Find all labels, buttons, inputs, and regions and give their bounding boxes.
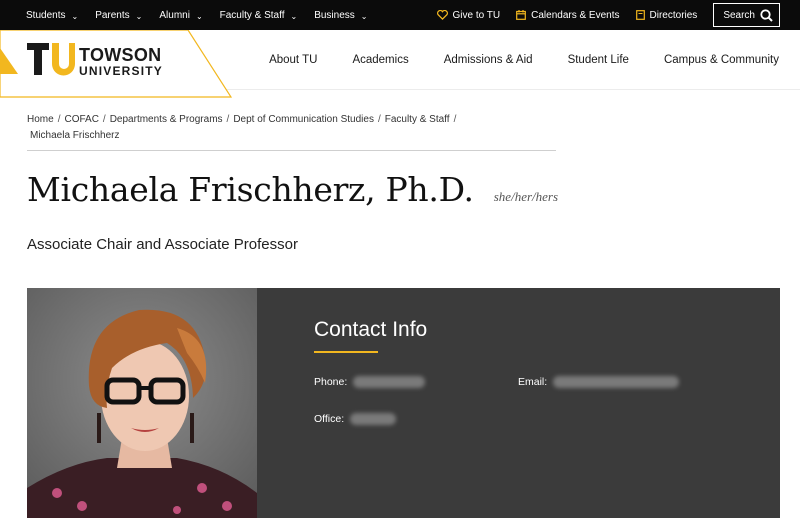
contact-heading: Contact Info xyxy=(314,318,428,341)
office-label: Office: xyxy=(314,413,345,425)
logo-wordmark: TOWSON UNIVERSITY xyxy=(79,46,163,77)
profile-photo xyxy=(27,288,257,518)
chevron-down-icon: ⌄ xyxy=(135,11,143,21)
breadcrumb-faculty-staff[interactable]: Faculty & Staff xyxy=(385,114,450,125)
nav-academics[interactable]: Academics xyxy=(352,54,408,66)
breadcrumb: Home / COFAC / Departments & Programs / Dept o… xyxy=(27,112,556,151)
profile-card: Contact Info Phone: Email: Office: xyxy=(27,288,780,518)
breadcrumb-cofac[interactable]: COFAC xyxy=(64,114,98,125)
nav-about[interactable]: About TU xyxy=(269,54,317,66)
heart-icon xyxy=(436,10,448,20)
chevron-down-icon: ⌄ xyxy=(290,11,298,21)
breadcrumb-home[interactable]: Home xyxy=(27,114,54,125)
audience-alumni[interactable]: Alumni ⌄ xyxy=(159,10,202,21)
office-field: Office: xyxy=(314,413,397,425)
nav-student-life[interactable]: Student Life xyxy=(568,54,629,66)
primary-nav: About TU Academics Admissions & Aid Stud… xyxy=(234,30,779,90)
logo-line-2: UNIVERSITY xyxy=(79,64,164,78)
email-label: Email: xyxy=(518,376,548,388)
search-button[interactable]: Search xyxy=(713,3,780,27)
directories-label: Directories xyxy=(649,9,698,21)
university-logo[interactable]: TOWSON UNIVERSITY xyxy=(0,30,232,98)
breadcrumb-departments[interactable]: Departments & Programs xyxy=(110,114,223,125)
heading-accent-rule xyxy=(314,351,378,353)
logo-line-1: TOWSON xyxy=(79,45,162,65)
phone-label: Phone: xyxy=(314,376,348,388)
breadcrumb-separator: / xyxy=(377,114,381,125)
audience-faculty-staff[interactable]: Faculty & Staff ⌄ xyxy=(220,10,298,21)
phone-value-redacted xyxy=(353,376,426,388)
give-label: Give to TU xyxy=(452,9,501,21)
chevron-down-icon: ⌄ xyxy=(195,11,203,21)
email-value-redacted[interactable] xyxy=(553,376,680,388)
office-value-redacted xyxy=(350,413,397,425)
breadcrumb-separator: / xyxy=(453,114,457,125)
job-title: Associate Chair and Associate Professor xyxy=(27,236,298,253)
contact-info: Contact Info xyxy=(314,318,427,353)
email-field: Email: xyxy=(518,376,680,388)
give-link[interactable]: Give to TU xyxy=(436,9,501,21)
audience-alumni-label: Alumni xyxy=(159,9,190,21)
audience-parents[interactable]: Parents ⌄ xyxy=(95,10,142,21)
breadcrumb-comm-studies[interactable]: Dept of Communication Studies xyxy=(233,114,374,125)
audience-business-label: Business xyxy=(314,9,355,21)
search-icon xyxy=(760,8,773,22)
nav-campus-community[interactable]: Campus & Community xyxy=(664,54,779,66)
phone-field: Phone: xyxy=(314,376,426,388)
audience-business[interactable]: Business ⌄ xyxy=(314,10,367,21)
breadcrumb-separator: / xyxy=(57,114,61,125)
calendars-label: Calendars & Events xyxy=(531,9,620,21)
calendars-link[interactable]: Calendars & Events xyxy=(516,9,620,21)
audience-parents-label: Parents xyxy=(95,9,130,21)
utility-links: Give to TU Calendars & Events Directorie… xyxy=(421,0,780,30)
main-navigation: TOWSON UNIVERSITY About TU Academics Adm… xyxy=(0,30,800,98)
audience-students-label: Students xyxy=(26,9,66,21)
page-title: Michaela Frischherz, Ph.D. xyxy=(27,170,474,209)
chevron-down-icon: ⌄ xyxy=(360,11,368,21)
chevron-down-icon: ⌄ xyxy=(71,11,79,21)
directories-link[interactable]: Directories xyxy=(635,9,698,21)
profile-heading: Michaela Frischherz, Ph.D. she/her/hers xyxy=(27,170,558,209)
audience-menu: Students ⌄ Parents ⌄ Alumni ⌄ Faculty & Sta… xyxy=(26,0,384,30)
book-icon xyxy=(635,10,645,20)
audience-students[interactable]: Students ⌄ xyxy=(26,10,78,21)
tu-monogram-icon xyxy=(27,43,75,76)
breadcrumb-separator: / xyxy=(102,114,106,125)
breadcrumb-current: Michaela Frischherz xyxy=(30,130,120,141)
utility-bar: Students ⌄ Parents ⌄ Alumni ⌄ Faculty & Sta… xyxy=(0,0,800,30)
search-label: Search xyxy=(723,9,755,21)
calendar-icon xyxy=(516,10,527,20)
breadcrumb-separator: / xyxy=(226,114,230,125)
pronouns: she/her/hers xyxy=(493,189,559,204)
audience-faculty-staff-label: Faculty & Staff xyxy=(219,9,285,21)
nav-admissions[interactable]: Admissions & Aid xyxy=(444,54,533,66)
